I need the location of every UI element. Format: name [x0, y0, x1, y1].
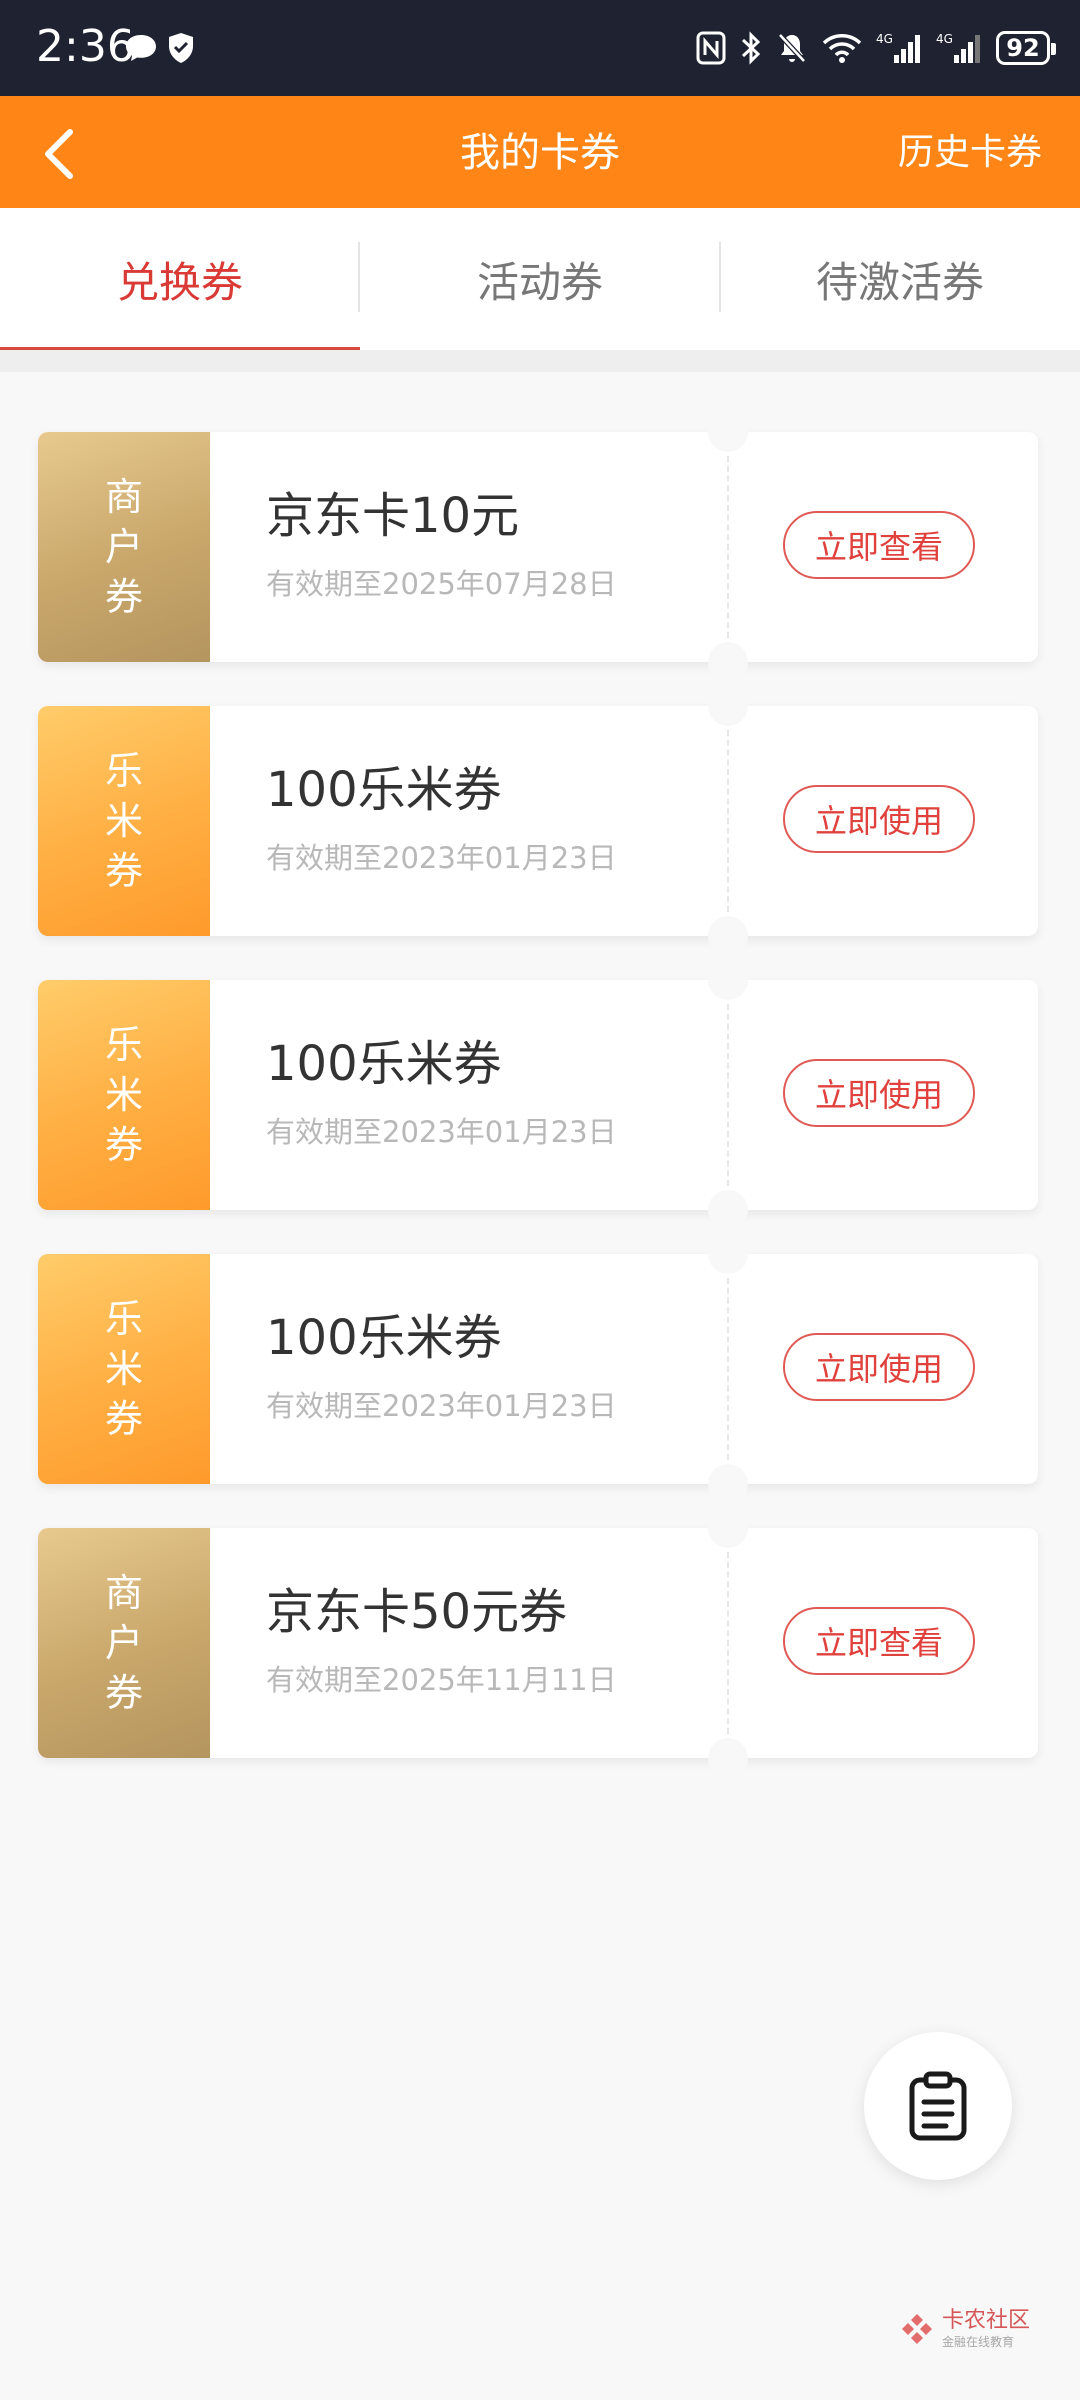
coupon-card[interactable]: 商 户 券 京东卡10元 有效期至2025年07月28日 立即查看 [38, 412, 1038, 682]
coupon-card[interactable]: 乐 米 券 100乐米券 有效期至2023年01月23日 立即使用 [38, 1234, 1038, 1504]
coupon-tag-lemi: 乐 米 券 [38, 980, 210, 1210]
svg-text:4G: 4G [936, 32, 953, 46]
coupon-expiry: 有效期至2025年07月28日 [266, 567, 617, 601]
coupon-tag-merchant: 商 户 券 [38, 432, 210, 662]
message-icon [126, 35, 156, 61]
coupon-card[interactable]: 商 户 券 京东卡50元券 有效期至2025年11月11日 立即查看 [38, 1508, 1038, 1778]
watermark-title: 卡农社区 [942, 2308, 1031, 2333]
floating-clipboard-button[interactable] [864, 2032, 1012, 2180]
coupon-name: 100乐米券 [266, 1310, 502, 1366]
wifi-icon [822, 34, 862, 63]
coupon-name: 100乐米券 [266, 1036, 502, 1092]
tab-exchange[interactable]: 兑换券 [0, 208, 360, 350]
status-time: 2:36 [36, 21, 135, 72]
coupon-name: 京东卡50元券 [266, 1584, 568, 1640]
coupon-expiry: 有效期至2023年01月23日 [266, 1115, 617, 1149]
signal-4g-icon: 4G [936, 32, 980, 63]
back-button[interactable] [26, 118, 96, 188]
clipboard-icon [909, 2071, 967, 2141]
coupon-tag-lemi: 乐 米 券 [38, 706, 210, 936]
use-now-button[interactable]: 立即使用 [783, 785, 975, 853]
coupon-expiry: 有效期至2023年01月23日 [266, 1389, 617, 1423]
battery-indicator: 92 [996, 31, 1056, 65]
nfc-icon [696, 31, 726, 65]
coupon-card[interactable]: 乐 米 券 100乐米券 有效期至2023年01月23日 立即使用 [38, 960, 1038, 1230]
coupon-expiry: 有效期至2025年11月11日 [266, 1663, 617, 1697]
app-header: 我的卡券 历史卡券 [0, 96, 1080, 208]
coupon-expiry: 有效期至2023年01月23日 [266, 841, 617, 875]
watermark: 卡农社区 金融在线教育 [900, 2308, 1030, 2350]
coupon-tag-merchant: 商 户 券 [38, 1528, 210, 1758]
watermark-subtitle: 金融在线教育 [942, 2335, 1015, 2349]
tab-activity[interactable]: 活动券 [360, 208, 720, 350]
view-now-button[interactable]: 立即查看 [783, 511, 975, 579]
use-now-button[interactable]: 立即使用 [783, 1333, 975, 1401]
bell-off-icon [778, 33, 806, 63]
shield-icon [169, 33, 193, 63]
divider [0, 350, 1080, 372]
coupon-tag-lemi: 乐 米 券 [38, 1254, 210, 1484]
coupon-card[interactable]: 乐 米 券 100乐米券 有效期至2023年01月23日 立即使用 [38, 686, 1038, 956]
kanong-logo-icon [902, 2314, 932, 2344]
history-coupons-link[interactable]: 历史卡券 [898, 126, 1042, 180]
chevron-left-icon [45, 129, 73, 179]
bluetooth-icon [741, 31, 761, 65]
use-now-button[interactable]: 立即使用 [783, 1059, 975, 1127]
signal-4g-icon: 4G [876, 32, 920, 63]
tab-pending-activation[interactable]: 待激活券 [720, 208, 1080, 350]
view-now-button[interactable]: 立即查看 [783, 1607, 975, 1675]
svg-text:4G: 4G [876, 32, 893, 46]
status-bar: 2:36 4G 4G 92 [0, 0, 1080, 96]
coupon-name: 京东卡10元 [266, 488, 520, 544]
coupon-name: 100乐米券 [266, 762, 502, 818]
tab-bar: 兑换券 活动券 待激活券 [0, 208, 1080, 350]
